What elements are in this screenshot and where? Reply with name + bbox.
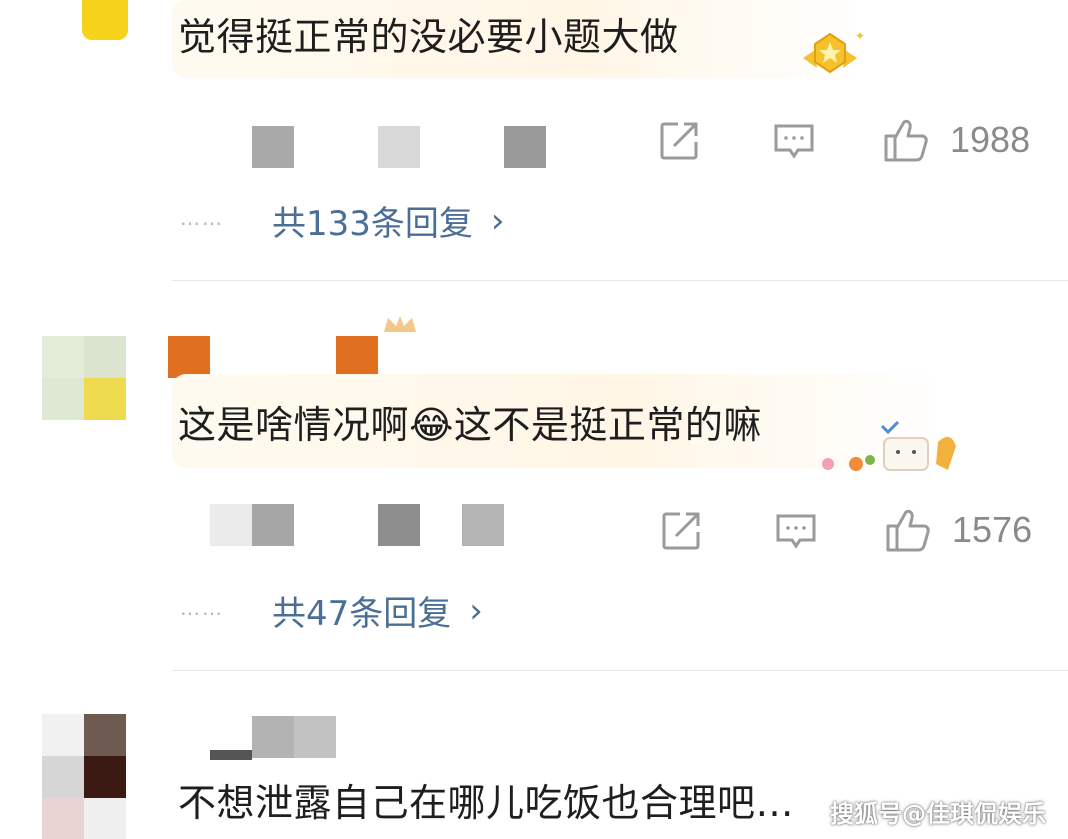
like-button[interactable]: 1576 [884,506,1032,554]
masked-meta [504,126,546,168]
divider [172,280,1068,281]
chevron-right-icon: › [469,590,483,631]
masked-meta [252,126,294,168]
masked-username [336,336,378,378]
avatar[interactable] [42,714,126,839]
divider [172,670,1068,671]
view-replies-link[interactable]: 共47条回复 › [272,586,483,635]
replies-label: 共133条回复 [272,204,473,244]
chevron-right-icon: › [490,200,505,241]
avatar[interactable] [82,0,128,40]
share-icon [658,120,700,162]
ellipsis: …… [180,596,224,620]
share-icon [660,510,702,552]
masked-meta [252,504,294,546]
masked-username [210,750,252,760]
comment-text: 这是啥情况啊😂这不是挺正常的嘛 [178,403,762,447]
masked-username [168,336,210,378]
masked-meta [378,504,420,546]
masked-username [252,716,294,758]
cartoon-sticker-icon [818,420,960,476]
thumbs-up-icon [884,506,932,554]
comment-bubble-icon [772,120,816,164]
comment-text: 觉得挺正常的没必要小题大做 [178,15,679,59]
ellipsis: …… [180,206,224,230]
comment-button[interactable] [772,120,816,164]
masked-meta [462,504,504,546]
view-replies-link[interactable]: 共133条回复 › [272,196,505,245]
avatar[interactable] [42,336,126,420]
share-button[interactable] [660,510,702,552]
masked-meta [210,504,252,546]
like-count: 1576 [952,509,1033,550]
like-count: 1988 [950,119,1031,160]
thumbs-up-icon [882,116,930,164]
crown-icon [380,312,420,336]
comment-button[interactable] [774,510,818,554]
comment-bubble-icon [774,510,818,554]
share-button[interactable] [658,120,700,162]
like-button[interactable]: 1988 [882,116,1030,164]
gold-star-badge-icon: ✦ [795,28,865,80]
comment-feed: 觉得挺正常的没必要小题大做 ✦ 1988 …… 共133条回复 › 这是啥情况啊… [0,0,1068,839]
replies-label: 共47条回复 [272,594,452,634]
masked-username [294,716,336,758]
watermark: 搜狐号@佳琪侃娱乐 [830,800,1046,828]
masked-meta [378,126,420,168]
svg-text:✦: ✦ [855,29,865,43]
comment-text: 不想泄露自己在哪儿吃饭也合理吧… [178,781,795,825]
